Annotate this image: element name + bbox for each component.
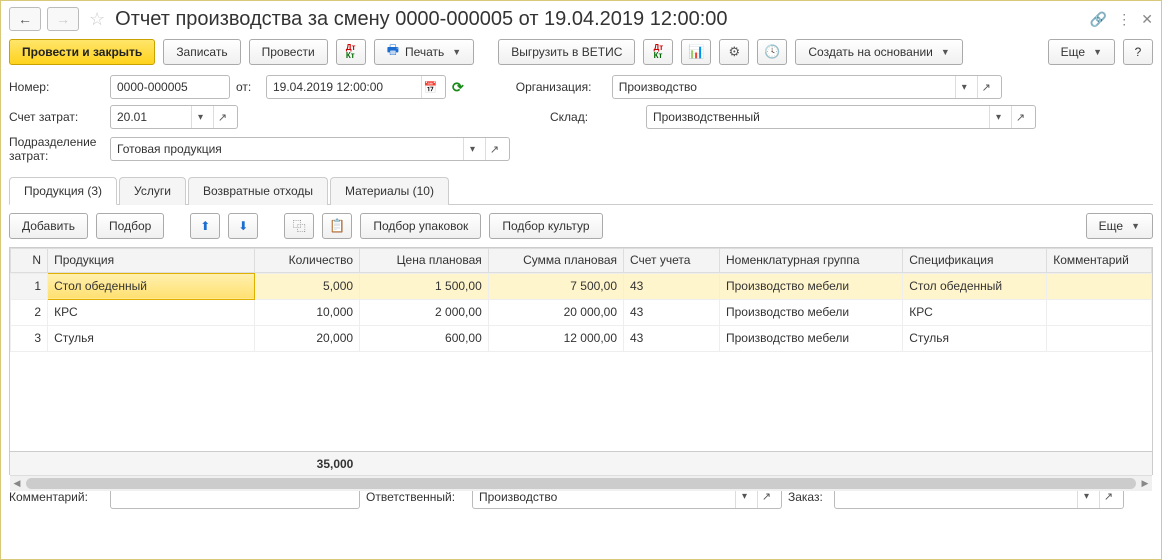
gears-icon: ⚙ — [729, 44, 741, 60]
dtKt-icon: ДтКт — [654, 44, 664, 60]
move-up-button[interactable]: ⬆ — [190, 213, 220, 239]
tabs: Продукция (3) Услуги Возвратные отходы М… — [9, 176, 1153, 205]
link-icon[interactable]: 🔗 — [1090, 11, 1107, 28]
date-input[interactable]: 19.04.2019 12:00:00 — [266, 75, 446, 99]
window-title: Отчет производства за смену 0000-000005 … — [115, 8, 1084, 31]
col-n[interactable]: N — [11, 248, 48, 272]
cost-dept-label: Подразделение затрат: — [9, 135, 104, 164]
org-label: Организация: — [516, 80, 606, 94]
copy-rows-button[interactable]: ⿻ — [284, 213, 314, 239]
copy-icon: ⿻ — [293, 216, 306, 235]
total-qty: 35,000 — [255, 451, 360, 475]
favorite-star-icon[interactable]: ☆ — [89, 9, 105, 30]
help-button[interactable]: ? — [1123, 39, 1153, 65]
dropdown-icon[interactable]: ▾ — [463, 138, 481, 160]
table-row[interactable]: 1Стол обеденный5,0001 500,007 500,0043Пр… — [11, 273, 1152, 299]
col-sum[interactable]: Сумма плановая — [488, 248, 623, 272]
col-product[interactable]: Продукция — [48, 248, 255, 272]
warehouse-input[interactable]: Производственный ▾ — [646, 105, 1036, 129]
table-row[interactable]: 3Стулья20,000600,0012 000,0043Производст… — [11, 325, 1152, 351]
create-based-on-button[interactable]: Создать на основании▼ — [795, 39, 962, 65]
open-icon[interactable] — [977, 76, 995, 98]
calendar-icon[interactable] — [421, 76, 439, 98]
move-down-button[interactable]: ⬇ — [228, 213, 258, 239]
col-comment[interactable]: Комментарий — [1047, 248, 1152, 272]
number-label: Номер: — [9, 80, 104, 94]
save-button[interactable]: Записать — [163, 39, 240, 65]
org-input[interactable]: Производство ▾ — [612, 75, 1002, 99]
dropdown-icon[interactable]: ▾ — [955, 76, 973, 98]
tab-more-button[interactable]: Еще▼ — [1086, 213, 1153, 239]
responsible-label: Ответственный: — [366, 490, 466, 504]
col-qty[interactable]: Количество — [255, 248, 360, 272]
col-account[interactable]: Счет учета — [624, 248, 720, 272]
table-row[interactable]: 2КРС10,0002 000,0020 000,0043Производств… — [11, 299, 1152, 325]
pick-cultures-button[interactable]: Подбор культур — [489, 213, 602, 239]
nav-forward-button[interactable]: → — [47, 7, 79, 31]
settings-button[interactable]: ⚙ — [719, 39, 749, 65]
report-button[interactable]: 📊 — [681, 39, 711, 65]
close-icon[interactable]: ✕ — [1141, 11, 1153, 28]
dtKt-small-button[interactable]: ДтКт — [643, 39, 673, 65]
paste-rows-button[interactable]: 📋 — [322, 213, 352, 239]
register-entries-button[interactable]: ДтКт — [336, 39, 366, 65]
dropdown-icon[interactable]: ▾ — [989, 106, 1007, 128]
history-button[interactable]: 🕓 — [757, 39, 787, 65]
comment-label: Комментарий: — [9, 490, 104, 504]
col-price[interactable]: Цена плановая — [360, 248, 489, 272]
warehouse-label: Склад: — [550, 110, 640, 124]
add-row-button[interactable]: Добавить — [9, 213, 88, 239]
export-vetis-button[interactable]: Выгрузить в ВЕТИС — [498, 39, 635, 65]
totals-row: 35,000 — [10, 451, 1152, 475]
post-and-close-button[interactable]: Провести и закрыть — [9, 39, 155, 65]
open-icon[interactable] — [485, 138, 503, 160]
horizontal-scrollbar[interactable]: ◀▶ — [10, 475, 1152, 491]
nav-back-button[interactable]: ← — [9, 7, 41, 31]
pick-button[interactable]: Подбор — [96, 213, 164, 239]
post-button[interactable]: Провести — [249, 39, 328, 65]
col-group[interactable]: Номенклатурная группа — [719, 248, 902, 272]
col-spec[interactable]: Спецификация — [903, 248, 1047, 272]
more-button[interactable]: Еще▼ — [1048, 39, 1115, 65]
products-table[interactable]: N Продукция Количество Цена плановая Сум… — [9, 247, 1153, 475]
chart-icon: 📊 — [688, 44, 704, 60]
tab-returns[interactable]: Возвратные отходы — [188, 177, 328, 205]
cost-account-input[interactable]: 20.01 ▾ — [110, 105, 238, 129]
dtKt-icon: ДтКт — [346, 44, 356, 60]
date-label: от: — [236, 80, 260, 94]
paste-icon: 📋 — [329, 218, 345, 234]
cost-dept-input[interactable]: Готовая продукция ▾ — [110, 137, 510, 161]
clock-icon: 🕓 — [764, 44, 780, 60]
open-icon[interactable] — [213, 106, 231, 128]
kebab-menu-icon[interactable]: ⋮ — [1117, 11, 1131, 28]
printer-icon: 🖶 — [387, 41, 399, 63]
dropdown-icon[interactable]: ▾ — [191, 106, 209, 128]
number-input[interactable]: 0000-000005 — [110, 75, 230, 99]
print-button[interactable]: 🖶 Печать▼ — [374, 39, 475, 65]
order-label: Заказ: — [788, 490, 828, 504]
tab-materials[interactable]: Материалы (10) — [330, 177, 449, 205]
open-icon[interactable] — [1011, 106, 1029, 128]
cost-account-label: Счет затрат: — [9, 110, 104, 124]
pick-pack-button[interactable]: Подбор упаковок — [360, 213, 481, 239]
tab-services[interactable]: Услуги — [119, 177, 186, 205]
tab-products[interactable]: Продукция (3) — [9, 177, 117, 205]
refresh-icon[interactable]: ⟳ — [452, 79, 464, 96]
